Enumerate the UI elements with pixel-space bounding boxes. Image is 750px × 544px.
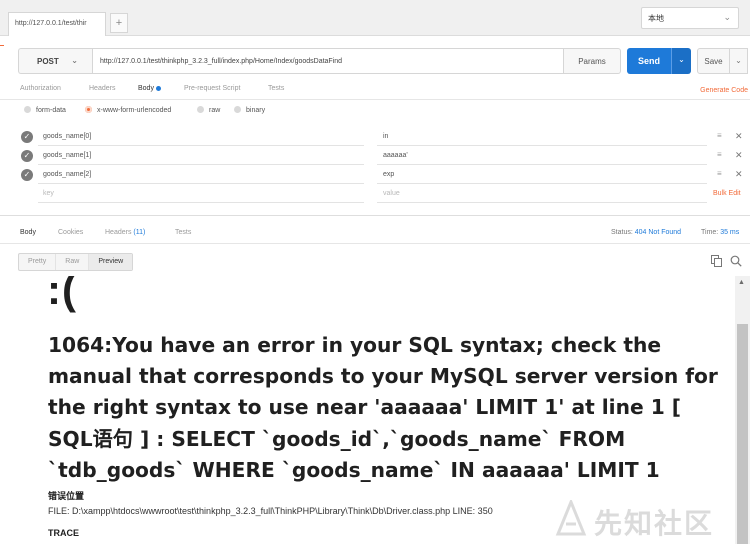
chevron-down-icon: ⌄ (71, 56, 78, 65)
tab-response-body[interactable]: Body (20, 229, 36, 236)
radio-x-www-form-urlencoded[interactable]: x-www-form-urlencoded (85, 106, 171, 114)
environment-label: 本地 (648, 14, 664, 23)
tab-pre-request-script[interactable]: Pre-request Script (184, 85, 240, 92)
close-icon[interactable]: ✕ (735, 169, 743, 180)
radio-circle (24, 106, 31, 113)
search-icon[interactable] (730, 255, 742, 267)
response-time: Time: 35 ms (701, 229, 739, 236)
radio-form-data[interactable]: form-data (24, 106, 66, 114)
checkmark-icon[interactable]: ✓ (21, 150, 33, 162)
body-type-group: form-data x-www-form-urlencoded raw bina… (0, 106, 750, 120)
send-dropdown-button[interactable]: ⌄ (671, 48, 691, 74)
watermark-text: 先知社区 (594, 507, 715, 540)
chevron-down-icon: ⌄ (678, 55, 685, 64)
menu-icon[interactable]: ≡ (717, 169, 722, 178)
environment-select[interactable]: 本地 ⌄ (641, 7, 739, 29)
param-key-input[interactable]: goods_name[1] (38, 148, 364, 165)
radio-label: x-www-form-urlencoded (97, 107, 172, 114)
trace-title: TRACE (48, 528, 79, 538)
param-row: ✓ goods_name[2] exp ≡ ✕ (16, 166, 750, 185)
param-row-new: key value Bulk Edit (16, 185, 750, 204)
param-row: ✓ goods_name[0] in ≡ ✕ (16, 128, 750, 147)
param-value-input[interactable]: in (377, 129, 707, 146)
error-location-title: 错误位置 (48, 491, 85, 501)
checkmark-icon[interactable]: ✓ (21, 131, 33, 143)
param-value-placeholder[interactable]: value (377, 186, 707, 203)
tab-tests[interactable]: Tests (268, 85, 284, 92)
copy-icon[interactable] (711, 255, 722, 267)
watermark-logo-icon (555, 498, 587, 536)
response-tabs: Body Cookies Headers (11) Tests Status: … (0, 224, 750, 244)
method-label: POST (37, 57, 59, 66)
tab-body-label: Body (138, 85, 154, 92)
request-tabs: Authorization Headers Body Pre-request S… (0, 80, 750, 100)
radio-raw[interactable]: raw (197, 106, 220, 114)
view-raw[interactable]: Raw (56, 254, 90, 270)
generate-code-link[interactable]: Generate Code (700, 87, 748, 94)
tab-authorization[interactable]: Authorization (20, 85, 61, 92)
tab-cookies[interactable]: Cookies (58, 229, 83, 236)
close-icon[interactable]: ✕ (735, 150, 743, 161)
view-mode-group: Pretty Raw Preview (18, 253, 134, 271)
radio-circle (234, 106, 241, 113)
tab-response-headers[interactable]: Headers (11) (105, 229, 145, 236)
checkmark-icon[interactable]: ✓ (21, 169, 33, 181)
method-select[interactable]: POST ⌄ (18, 48, 92, 74)
tab-label: Headers (105, 229, 132, 236)
param-key-input[interactable]: goods_name[0] (38, 129, 364, 146)
radio-label: binary (246, 107, 266, 114)
active-dot-icon (155, 85, 161, 91)
param-value-input[interactable]: aaaaaa' (377, 148, 707, 165)
sad-face: :( (47, 276, 77, 313)
status-value: 404 Not Found (634, 229, 682, 236)
param-key-input[interactable]: goods_name[2] (38, 167, 364, 184)
radio-circle-selected (85, 106, 92, 113)
response-status: Status: 404 Not Found (611, 229, 681, 236)
param-row: ✓ goods_name[1] aaaaaa' ≡ ✕ (16, 147, 750, 166)
error-file-line: FILE: D:\xampp\htdocs\wwwroot\test\think… (48, 506, 493, 516)
param-value-input[interactable]: exp (377, 167, 707, 184)
param-key-placeholder[interactable]: key (38, 186, 364, 203)
accent-mark (0, 45, 4, 46)
radio-label: raw (209, 107, 221, 114)
send-button[interactable]: Send (627, 48, 671, 74)
params-button[interactable]: Params (564, 48, 621, 74)
close-icon[interactable]: ✕ (735, 131, 743, 142)
request-tab[interactable]: http://127.0.0.1/test/thir (8, 12, 106, 36)
time-label: Time: (701, 229, 719, 236)
chevron-down-icon: ⌄ (735, 56, 742, 65)
scroll-up-icon[interactable]: ▲ (738, 279, 745, 286)
watermark: 先知社区 (554, 498, 744, 540)
radio-circle (197, 106, 204, 113)
status-label: Status: (611, 229, 633, 236)
headers-count: (11) (133, 229, 146, 236)
error-message: 1064:You have an error in your SQL synta… (48, 333, 718, 482)
save-dropdown-button[interactable]: ⌄ (730, 48, 748, 74)
chevron-down-icon: ⌄ (723, 12, 731, 22)
time-value: 35 ms (720, 229, 740, 236)
tab-headers[interactable]: Headers (89, 85, 115, 92)
view-preview[interactable]: Preview (89, 254, 133, 270)
pane-divider[interactable] (0, 215, 750, 216)
tab-bar: http://127.0.0.1/test/thir + 本地 ⌄ (0, 0, 750, 36)
url-input[interactable]: http://127.0.0.1/test/thinkphp_3.2.3_ful… (92, 48, 564, 74)
bulk-edit-link[interactable]: Bulk Edit (713, 190, 741, 197)
view-pretty[interactable]: Pretty (19, 254, 57, 270)
save-button[interactable]: Save (697, 48, 730, 74)
new-tab-button[interactable]: + (110, 13, 128, 33)
radio-label: form-data (36, 107, 66, 114)
radio-binary[interactable]: binary (234, 106, 265, 114)
menu-icon[interactable]: ≡ (717, 131, 722, 140)
tab-response-tests[interactable]: Tests (175, 229, 191, 236)
tab-body[interactable]: Body (138, 85, 161, 92)
menu-icon[interactable]: ≡ (717, 150, 722, 159)
